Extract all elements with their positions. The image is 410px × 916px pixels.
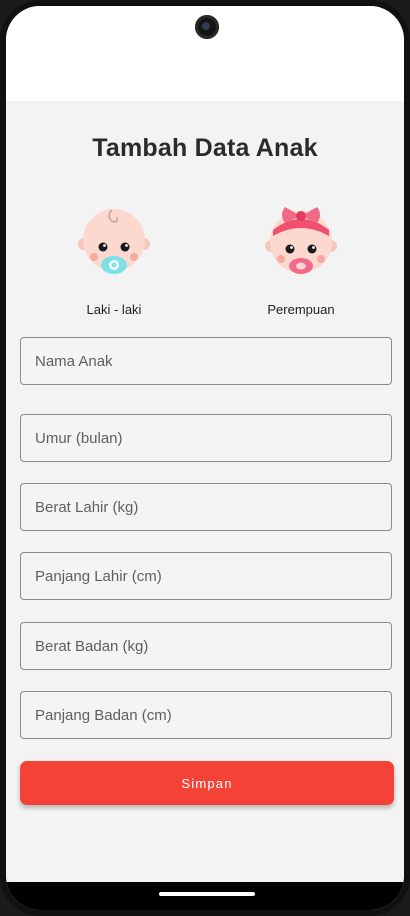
age-months-field[interactable] [20,414,392,462]
baby-boy-icon [78,209,150,274]
body-length-input[interactable] [21,692,391,738]
gender-label-male: Laki - laki [86,302,142,317]
front-camera [195,15,219,39]
gender-label-female: Perempuan [267,302,335,317]
birth-length-field[interactable] [20,552,392,600]
body-weight-field[interactable] [20,622,392,670]
child-name-input[interactable] [21,338,391,384]
baby-girl-icon [265,207,337,274]
phone-frame: Tambah Data Anak Laki - laki Perempuan N… [0,0,410,916]
child-name-field[interactable] [20,337,392,385]
save-button[interactable]: Simpan [20,761,394,805]
birth-length-input[interactable] [21,553,391,599]
gender-option-male[interactable]: Laki - laki [64,202,164,317]
birth-weight-input[interactable] [21,484,391,530]
navigation-bar [6,882,404,910]
app-screen: Tambah Data Anak Laki - laki Perempuan N… [6,6,404,910]
status-bar [6,6,404,101]
body-weight-input[interactable] [21,623,391,669]
body-length-field[interactable] [20,691,392,739]
age-months-input[interactable] [21,415,391,461]
birth-weight-field[interactable] [20,483,392,531]
page-title: Tambah Data Anak [92,134,318,162]
home-indicator[interactable] [159,892,255,896]
gender-option-female[interactable]: Perempuan [251,202,351,317]
